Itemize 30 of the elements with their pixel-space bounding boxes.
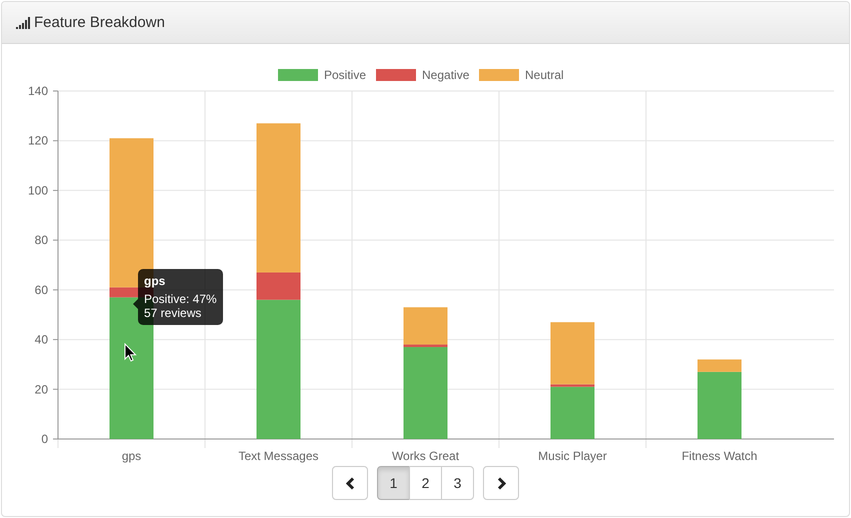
chevron-left-icon — [346, 476, 354, 490]
chart-tooltip: gps Positive: 47% 57 reviews — [138, 269, 223, 325]
previous-page-button[interactable] — [332, 466, 368, 500]
page-button[interactable]: 2 — [409, 466, 442, 500]
x-tick-label: Fitness Watch — [682, 449, 758, 463]
next-page-button[interactable] — [483, 466, 519, 500]
y-tick-label: 120 — [28, 134, 48, 148]
legend-swatch — [278, 69, 318, 81]
panel-title: Feature Breakdown — [34, 14, 165, 31]
legend-label: Negative — [422, 68, 470, 82]
chevron-right-icon — [496, 476, 506, 490]
legend-label: Neutral — [525, 68, 564, 82]
y-tick-label: 20 — [34, 382, 48, 396]
y-tick-label: 40 — [34, 332, 48, 347]
x-tick-label: gps — [122, 449, 142, 463]
legend-label: Positive — [324, 68, 366, 82]
legend-swatch — [479, 69, 519, 81]
signal-bars-icon — [16, 16, 30, 28]
y-tick-label: 140 — [28, 84, 48, 98]
legend-swatch — [376, 69, 416, 81]
page-button[interactable]: 3 — [441, 466, 474, 500]
page-button[interactable]: 1 — [377, 466, 410, 500]
x-tick-label: Text Messages — [238, 449, 319, 463]
y-tick-label: 100 — [28, 183, 48, 198]
y-tick-label: 80 — [34, 233, 48, 248]
y-tick-label: 60 — [34, 282, 48, 297]
y-tick-label: 0 — [41, 432, 48, 446]
x-tick-label: Works Great — [392, 449, 460, 463]
x-tick-label: Music Player — [538, 449, 607, 463]
mouse-pointer-icon — [124, 343, 137, 362]
